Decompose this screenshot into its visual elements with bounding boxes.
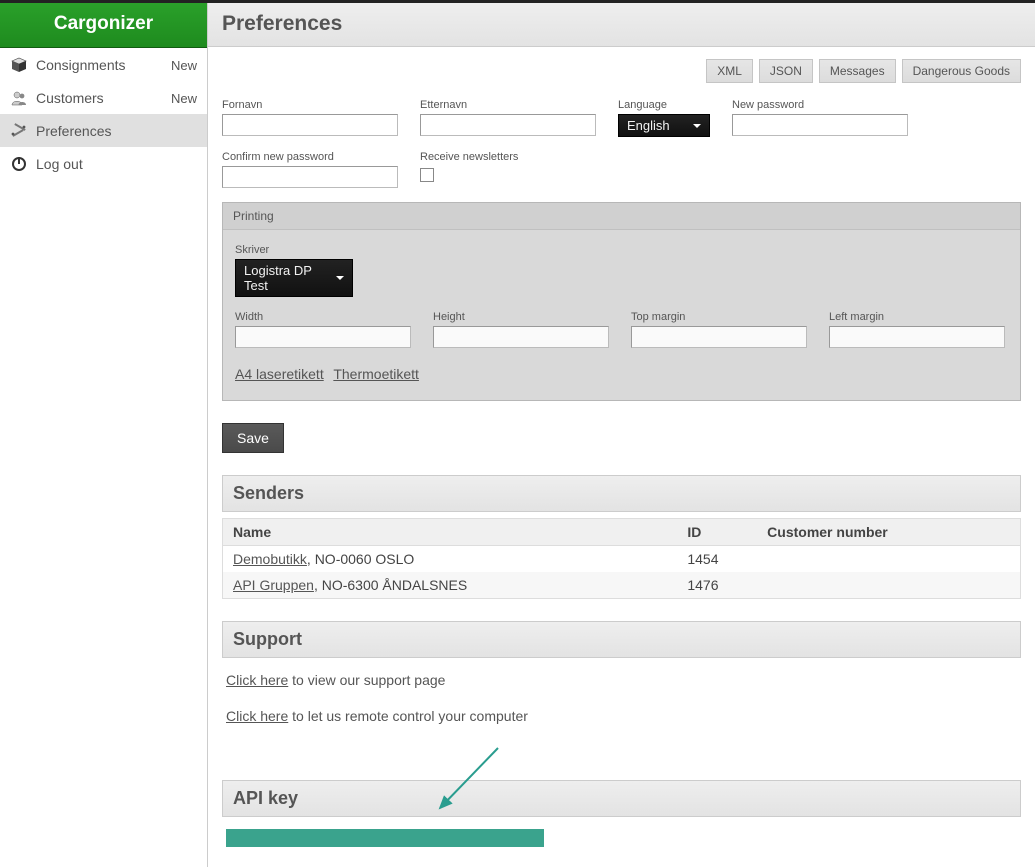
- brand-title: Cargonizer: [0, 3, 207, 48]
- sidebar-item-consignments[interactable]: Consignments New: [0, 48, 207, 81]
- skriver-value: Logistra DP Test: [244, 263, 312, 293]
- col-id: ID: [677, 519, 757, 546]
- skriver-label: Skriver: [235, 244, 1008, 256]
- tab-dangerous-goods[interactable]: Dangerous Goods: [902, 59, 1021, 83]
- page-title: Preferences: [222, 12, 1021, 36]
- sidebar-item-logout[interactable]: Log out: [0, 147, 207, 180]
- person-icon: [8, 88, 30, 108]
- language-label: Language: [618, 99, 710, 111]
- sender-cust: [757, 572, 1020, 599]
- top-margin-label: Top margin: [631, 311, 807, 323]
- support-page-link[interactable]: Click here: [226, 672, 288, 688]
- etternavn-label: Etternavn: [420, 99, 596, 111]
- sender-cust: [757, 546, 1020, 573]
- height-input[interactable]: [433, 326, 609, 348]
- senders-table: Name ID Customer number Demobutikk, NO-0…: [222, 518, 1021, 599]
- tab-xml[interactable]: XML: [706, 59, 753, 83]
- height-label: Height: [433, 311, 609, 323]
- power-icon: [8, 154, 30, 174]
- new-password-label: New password: [732, 99, 908, 111]
- thermoetikett-link[interactable]: Thermoetikett: [333, 366, 419, 382]
- sender-link[interactable]: Demobutikk: [233, 551, 307, 567]
- support-heading: Support: [222, 621, 1021, 658]
- sidebar-item-label: Log out: [36, 156, 197, 172]
- apikey-heading: API key: [222, 780, 1021, 817]
- box-icon: [8, 55, 30, 75]
- etternavn-input[interactable]: [420, 114, 596, 136]
- table-row: API Gruppen, NO-6300 ÅNDALSNES 1476: [223, 572, 1021, 599]
- sidebar-item-customers[interactable]: Customers New: [0, 81, 207, 114]
- sender-rest: , NO-0060 OSLO: [307, 551, 414, 567]
- sender-id: 1476: [677, 572, 757, 599]
- sender-link[interactable]: API Gruppen: [233, 577, 314, 593]
- apikey-value-bar: [226, 829, 544, 847]
- sidebar: Cargonizer Consignments New Customers Ne…: [0, 3, 207, 180]
- save-button[interactable]: Save: [222, 423, 284, 453]
- language-select[interactable]: English: [618, 114, 710, 137]
- width-input[interactable]: [235, 326, 411, 348]
- skriver-select[interactable]: Logistra DP Test: [235, 259, 353, 297]
- tools-icon: [8, 121, 30, 141]
- support-line2-rest: to let us remote control your computer: [288, 708, 528, 724]
- new-password-input[interactable]: [732, 114, 908, 136]
- printing-panel: Printing Skriver Logistra DP Test Width …: [222, 202, 1021, 401]
- sidebar-item-preferences[interactable]: Preferences: [0, 114, 207, 147]
- left-margin-label: Left margin: [829, 311, 1005, 323]
- sidebar-item-extra[interactable]: New: [171, 91, 197, 106]
- col-name: Name: [223, 519, 678, 546]
- sidebar-item-label: Customers: [36, 90, 171, 106]
- fornavn-label: Fornavn: [222, 99, 398, 111]
- printing-panel-title: Printing: [223, 203, 1020, 230]
- confirm-password-input[interactable]: [222, 166, 398, 188]
- width-label: Width: [235, 311, 411, 323]
- col-customer-number: Customer number: [757, 519, 1020, 546]
- sender-rest: , NO-6300 ÅNDALSNES: [314, 577, 467, 593]
- tab-json[interactable]: JSON: [759, 59, 813, 83]
- language-value: English: [627, 118, 670, 133]
- a4-laseretikett-link[interactable]: A4 laseretikett: [235, 366, 324, 382]
- top-tabs: XML JSON Messages Dangerous Goods: [222, 59, 1021, 83]
- top-margin-input[interactable]: [631, 326, 807, 348]
- senders-heading: Senders: [222, 475, 1021, 512]
- support-line1-rest: to view our support page: [288, 672, 445, 688]
- page-title-bar: Preferences: [208, 3, 1035, 47]
- table-row: Demobutikk, NO-0060 OSLO 1454: [223, 546, 1021, 573]
- remote-control-link[interactable]: Click here: [226, 708, 288, 724]
- sidebar-item-extra[interactable]: New: [171, 58, 197, 73]
- fornavn-input[interactable]: [222, 114, 398, 136]
- newsletters-checkbox[interactable]: [420, 168, 434, 182]
- sender-id: 1454: [677, 546, 757, 573]
- newsletters-label: Receive newsletters: [420, 151, 518, 163]
- sidebar-item-label: Preferences: [36, 123, 197, 139]
- confirm-password-label: Confirm new password: [222, 151, 398, 163]
- tab-messages[interactable]: Messages: [819, 59, 896, 83]
- sidebar-item-label: Consignments: [36, 57, 171, 73]
- left-margin-input[interactable]: [829, 326, 1005, 348]
